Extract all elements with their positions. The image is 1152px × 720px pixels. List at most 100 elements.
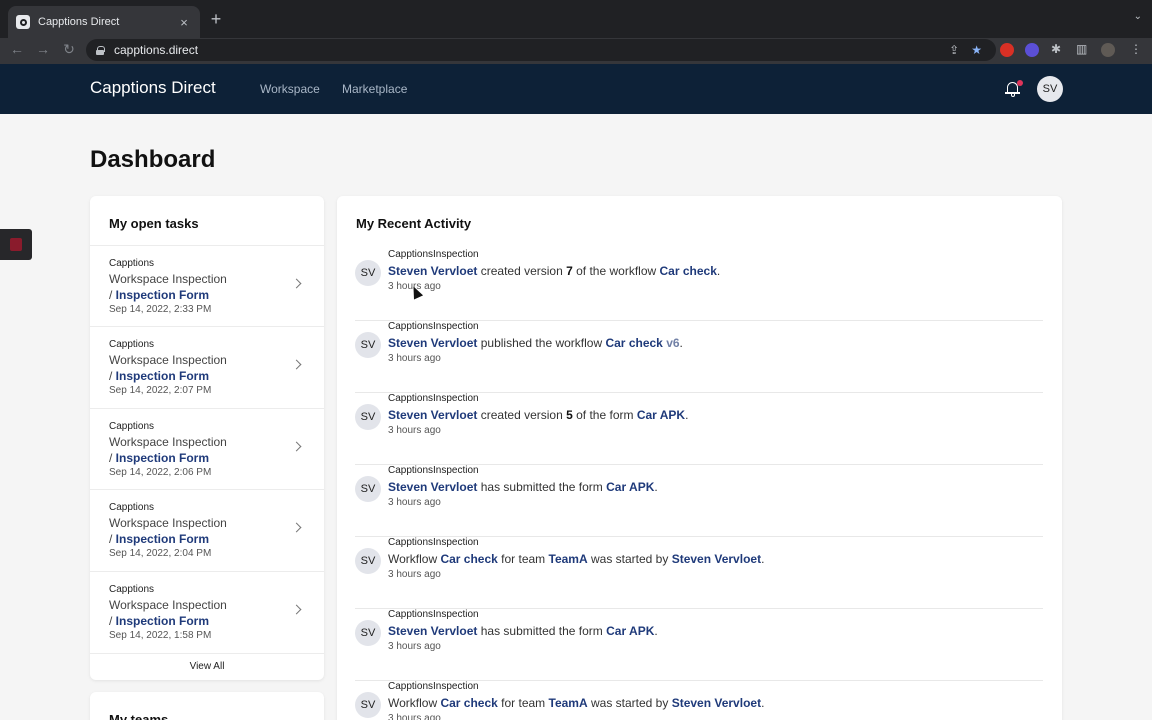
activity-time: 3 hours ago — [388, 425, 441, 436]
view-all-button[interactable]: View All — [90, 653, 324, 680]
chevron-right-icon[interactable] — [291, 278, 302, 289]
task-org: Capptions — [109, 258, 155, 269]
activity-link[interactable]: Car check — [660, 264, 717, 278]
tab-close-icon[interactable]: × — [176, 15, 192, 30]
profile-avatar-icon[interactable] — [1101, 43, 1115, 57]
share-icon[interactable]: ⇪ — [949, 43, 959, 57]
activity-time: 3 hours ago — [388, 497, 441, 508]
activity-source: CapptionsInspection — [388, 609, 479, 620]
activity-link[interactable]: Car APK — [637, 408, 685, 422]
chevron-right-icon[interactable] — [291, 604, 302, 615]
task-item[interactable]: Capptions Workspace Inspection / Inspect… — [90, 408, 324, 489]
chevron-right-icon[interactable] — [291, 359, 302, 370]
bookmark-star-icon[interactable]: ★ — [971, 43, 982, 57]
back-button[interactable]: ← — [8, 41, 26, 57]
tab-list-chevron-icon[interactable]: ⌄ — [1134, 11, 1142, 22]
activity-text-part: . — [761, 552, 765, 566]
side-widget-handle[interactable] — [0, 229, 32, 260]
activity-avatar: SV — [355, 548, 381, 574]
activity-text: Steven Vervloet created version 7 of the… — [388, 264, 720, 278]
activity-link[interactable]: Steven Vervloet — [388, 336, 477, 350]
activity-link[interactable]: TeamA — [549, 552, 588, 566]
activity-item: SV CapptionsInspection Workflow Car check … — [355, 681, 1043, 720]
nav-workspace[interactable]: Workspace — [260, 82, 320, 96]
task-form: / Inspection Form — [109, 532, 210, 546]
user-avatar[interactable]: SV — [1037, 76, 1063, 102]
activity-avatar: SV — [355, 476, 381, 502]
task-date: Sep 14, 2022, 2:07 PM — [109, 385, 212, 396]
forward-button[interactable]: → — [34, 41, 52, 57]
activity-source: CapptionsInspection — [388, 393, 479, 404]
reload-button[interactable]: ↻ — [60, 41, 78, 58]
task-form: / Inspection Form — [109, 288, 210, 302]
open-tasks-card: My open tasks Capptions Workspace Inspec… — [90, 196, 324, 680]
tab-title: Capptions Direct — [38, 16, 120, 28]
my-teams-title: My teams — [109, 712, 169, 720]
extension-red-icon[interactable] — [1000, 43, 1014, 57]
activity-text-part: of the form — [572, 408, 637, 422]
task-name: Workspace Inspection — [109, 598, 227, 612]
side-panel-icon[interactable]: ▥ — [1076, 42, 1087, 56]
brand-name[interactable]: Capptions Direct — [90, 78, 216, 98]
extensions-puzzle-icon[interactable]: ✱ — [1051, 42, 1061, 56]
activity-item: SV CapptionsInspection Workflow Car check … — [355, 537, 1043, 609]
activity-time: 3 hours ago — [388, 713, 441, 720]
activity-text-part: created version — [477, 264, 567, 278]
task-date: Sep 14, 2022, 2:04 PM — [109, 548, 212, 559]
activity-source: CapptionsInspection — [388, 537, 479, 548]
activity-source: CapptionsInspection — [388, 249, 479, 260]
address-bar[interactable]: capptions.direct ⇪ ★ — [86, 39, 996, 61]
activity-link[interactable]: Steven Vervloet — [672, 696, 761, 710]
activity-link[interactable]: TeamA — [549, 696, 588, 710]
extension-purple-icon[interactable] — [1025, 43, 1039, 57]
activity-item: SV CapptionsInspection Steven Vervloet has… — [355, 465, 1043, 537]
chevron-right-icon[interactable] — [291, 522, 302, 533]
activity-link[interactable]: Steven Vervloet — [388, 408, 477, 422]
task-form-link[interactable]: Inspection Form — [116, 369, 209, 383]
url-text[interactable]: capptions.direct — [114, 43, 949, 57]
task-item[interactable]: Capptions Workspace Inspection / Inspect… — [90, 326, 324, 407]
activity-link[interactable]: Steven Vervloet — [672, 552, 761, 566]
activity-text: Steven Vervloet has submitted the form C… — [388, 624, 658, 638]
activity-text-part: 5 — [566, 408, 573, 422]
task-item[interactable]: Capptions Workspace Inspection / Inspect… — [90, 489, 324, 570]
lock-icon — [96, 45, 105, 55]
activity-text-part: has submitted the form — [477, 624, 607, 638]
activity-text: Workflow Car check for team TeamA was st… — [388, 696, 764, 710]
activity-text-part: 7 — [566, 264, 573, 278]
activity-link[interactable]: Car APK — [606, 624, 654, 638]
browser-tab[interactable]: Capptions Direct × — [8, 6, 200, 38]
task-name: Workspace Inspection — [109, 516, 227, 530]
browser-toolbar: ← → ↻ capptions.direct ⇪ ★ ✱ ▥ ⋮ — [0, 38, 1152, 64]
task-form-link[interactable]: Inspection Form — [116, 288, 209, 302]
activity-avatar: SV — [355, 332, 381, 358]
activity-link[interactable]: Car check — [605, 336, 662, 350]
task-org: Capptions — [109, 421, 155, 432]
task-form-link[interactable]: Inspection Form — [116, 614, 209, 628]
task-item[interactable]: Capptions Workspace Inspection / Inspect… — [90, 571, 324, 652]
recent-activity-card: My Recent Activity SV CapptionsInspection… — [337, 196, 1062, 720]
new-tab-button[interactable]: + — [206, 9, 226, 30]
activity-link[interactable]: Steven Vervloet — [388, 480, 477, 494]
activity-avatar: SV — [355, 692, 381, 718]
task-form-link[interactable]: Inspection Form — [116, 532, 209, 546]
capptions-favicon-icon — [16, 15, 30, 29]
nav-marketplace[interactable]: Marketplace — [342, 82, 407, 96]
chevron-right-icon[interactable] — [291, 441, 302, 452]
browser-menu-icon[interactable]: ⋮ — [1130, 42, 1142, 56]
notifications-bell-icon[interactable] — [1005, 80, 1023, 98]
browser-tabstrip: Capptions Direct × + ⌄ — [0, 0, 1152, 38]
activity-text-part: was started by — [587, 552, 672, 566]
app-header: Capptions Direct Workspace Marketplace S… — [0, 64, 1152, 114]
activity-link[interactable]: Car APK — [606, 480, 654, 494]
activity-link[interactable]: Car check — [440, 552, 497, 566]
activity-link[interactable]: v6 — [666, 336, 679, 350]
activity-link[interactable]: Steven Vervloet — [388, 264, 477, 278]
activity-link[interactable]: Car check — [440, 696, 497, 710]
activity-text-part: . — [716, 264, 721, 278]
activity-link[interactable]: Steven Vervloet — [388, 624, 477, 638]
task-form-link[interactable]: Inspection Form — [116, 451, 209, 465]
activity-text-part: published the workflow — [477, 336, 606, 350]
task-name: Workspace Inspection — [109, 272, 227, 286]
task-item[interactable]: Capptions Workspace Inspection / Inspect… — [90, 245, 324, 326]
